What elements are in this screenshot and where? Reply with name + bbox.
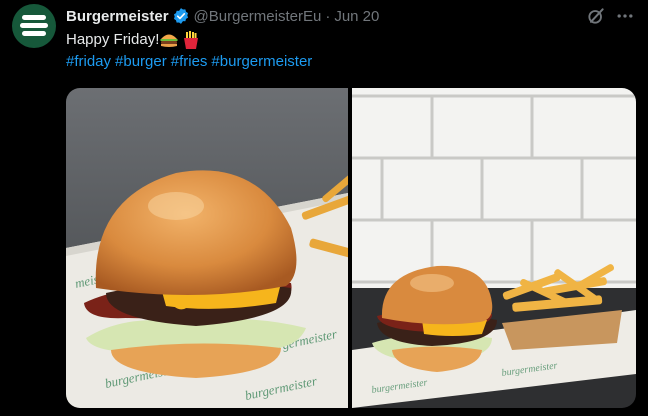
verified-badge-icon	[173, 8, 188, 24]
photo-burger-and-fries[interactable]: burgermeister burgermeister	[352, 88, 636, 408]
tweet-header: Burgermeister @BurgermeisterEu · Jun 20	[66, 6, 379, 26]
tweet-text: Happy Friday!	[66, 30, 201, 50]
grok-icon[interactable]	[586, 6, 606, 26]
more-options-icon[interactable]	[614, 6, 636, 26]
avatar-logo-bar	[22, 31, 46, 36]
hashtag-link[interactable]: #burger	[115, 53, 167, 70]
hashtag-link[interactable]: #burgermeister	[211, 53, 312, 70]
author-name[interactable]: Burgermeister	[66, 8, 169, 25]
hashtag-link[interactable]: #friday	[66, 53, 111, 70]
hashtag-link[interactable]: #fries	[171, 53, 208, 70]
hashtag-list: #friday #burger #fries #burgermeister	[66, 52, 316, 72]
avatar-logo-bar	[20, 23, 48, 28]
author-handle[interactable]: @BurgermeisterEu	[194, 8, 322, 25]
photo-burger-closeup[interactable]: burgermeister burgermeister burgermeiste…	[66, 88, 348, 408]
separator-dot: ·	[325, 7, 331, 25]
avatar-logo-bar	[22, 15, 46, 20]
tweet-text-content: Happy Friday!	[66, 31, 160, 48]
burger-emoji	[160, 34, 178, 48]
fries-emoji	[184, 31, 199, 50]
media-grid: burgermeister burgermeister burgermeiste…	[66, 88, 636, 408]
avatar[interactable]	[12, 4, 56, 48]
tweet-date[interactable]: Jun 20	[334, 8, 379, 25]
